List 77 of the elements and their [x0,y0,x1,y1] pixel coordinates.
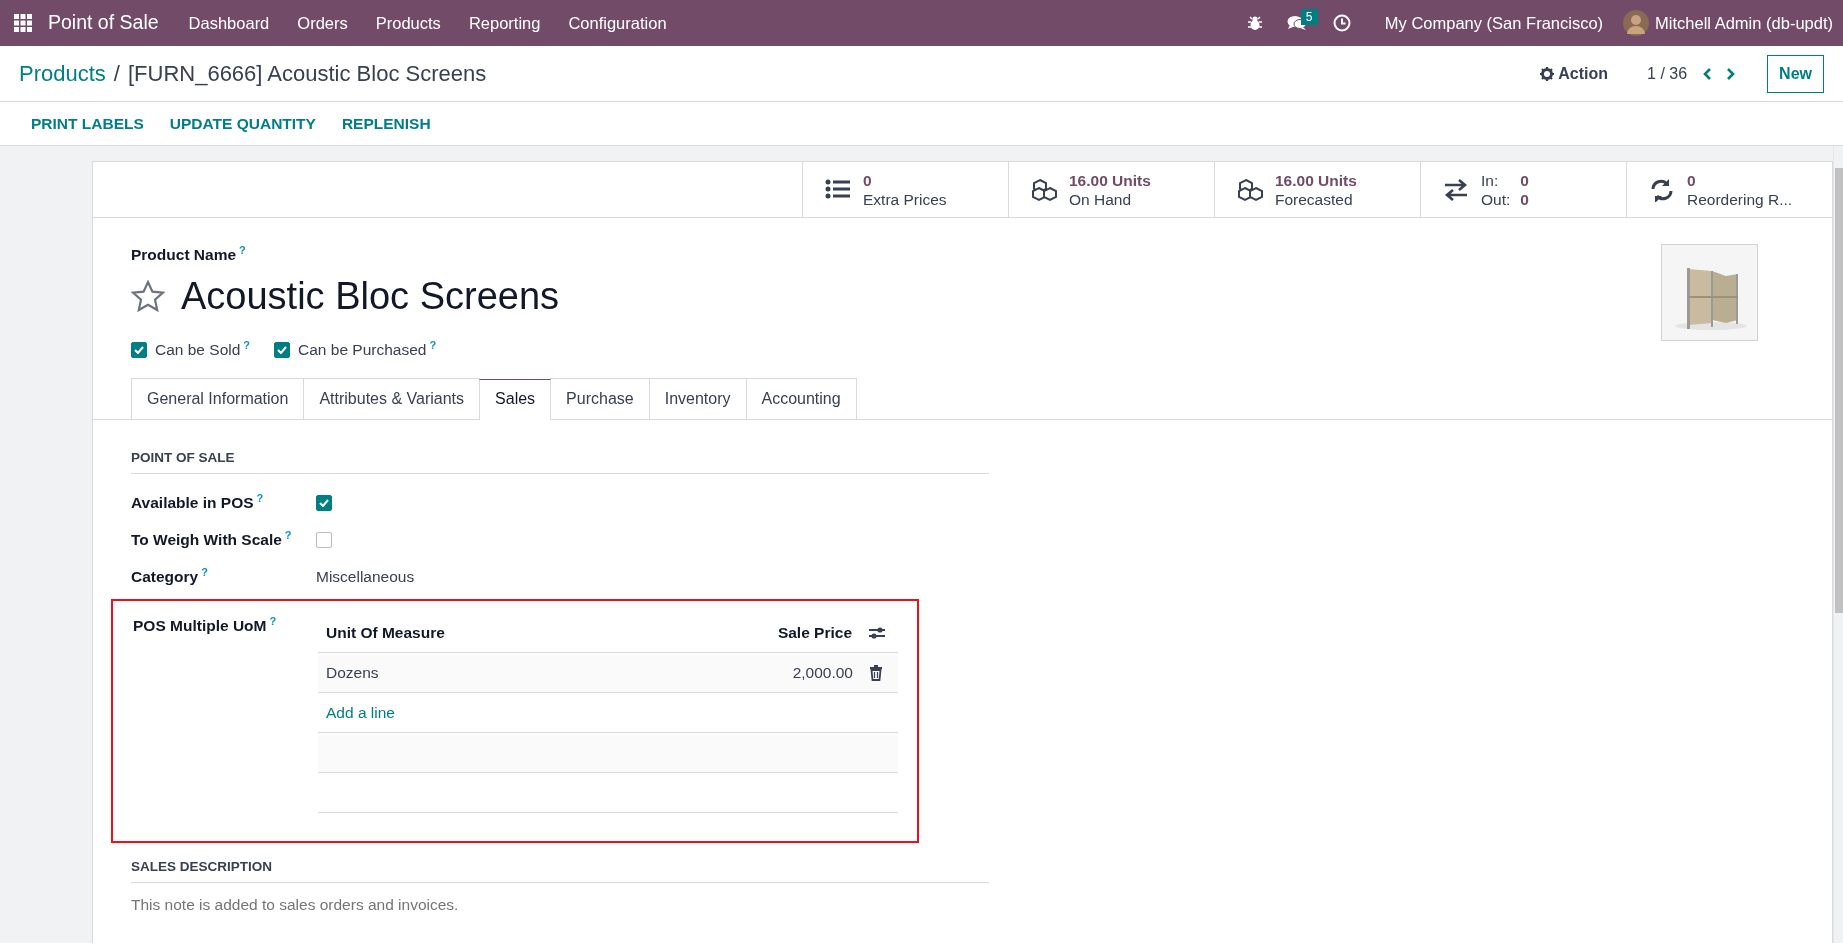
form-tab[interactable]: Accounting [745,377,857,419]
form-tab[interactable]: General Information [131,377,305,419]
form-tab[interactable]: Sales [479,378,552,420]
checkbox[interactable] [316,494,332,511]
stat-value: 0 [863,170,873,190]
gear-icon [1540,66,1555,81]
checkmark-icon [319,498,329,507]
menu-item[interactable]: Products [361,10,455,36]
section-title: POINT OF SALE [131,447,989,475]
stat-value: 0 [1520,189,1529,209]
stat-label: On Hand [1069,189,1133,209]
checkbox-label: Can be Sold [155,341,241,359]
user-menu[interactable]: Mitchell Admin (db-updt) [1649,10,1843,36]
previous-button[interactable] [1701,66,1714,81]
company-switcher[interactable]: My Company (San Francisco) [1370,10,1618,36]
toolbar-button[interactable]: UPDATE QUANTITY [156,111,329,136]
help-tooltip-mark[interactable]: ? [429,339,437,352]
checkbox[interactable] [131,341,147,358]
stat-value: 0 [1687,170,1697,190]
stat-label: Reordering R... [1687,189,1793,209]
help-tooltip-mark[interactable]: ? [269,615,277,628]
scrollbar[interactable] [1833,146,1843,943]
checkmark-icon [277,345,288,354]
stat-value: 16.00 Units [1275,170,1357,190]
apps-menu-icon[interactable] [14,14,32,32]
field-label: Category [131,568,199,586]
add-line-link[interactable]: Add a line [326,700,395,725]
help-tooltip-mark[interactable]: ? [256,492,264,505]
menu-item[interactable]: Reporting [454,10,555,36]
checkbox[interactable] [274,341,291,358]
refresh-icon [1649,177,1675,202]
stat-label: Out: [1481,189,1511,209]
product-name: Acoustic Bloc Screens [181,274,560,320]
menu-item[interactable]: Orders [283,10,362,36]
delete-icon[interactable] [869,664,883,681]
help-tooltip-mark[interactable]: ? [201,566,208,579]
checkmark-icon [134,345,144,354]
column-header[interactable]: Unit Of Measure [326,620,778,645]
checkbox-label: Can be Purchased [298,341,427,359]
stat-label: Forecasted [1275,189,1354,209]
section-title: SALES DESCRIPTION [131,857,989,884]
field-label: POS Multiple UoM [133,617,267,635]
menu-item[interactable]: Configuration [554,10,681,36]
stat-value: 16.00 Units [1069,170,1151,190]
user-avatar[interactable] [1623,10,1650,36]
checkbox[interactable] [316,531,332,548]
stat-value: 0 [1520,170,1529,190]
stat-label: Extra Prices [863,189,947,209]
transfer-arrows-icon [1443,177,1469,202]
new-button[interactable]: New [1767,54,1824,93]
bug-icon[interactable] [1246,15,1263,31]
breadcrumb-link[interactable]: Products [19,57,106,90]
breadcrumb-separator: / [113,60,120,88]
message-count-badge: 5 [1300,9,1318,25]
favorite-star-icon[interactable] [131,280,165,314]
menu-item[interactable]: Dashboard [174,10,284,36]
column-options-icon[interactable] [868,625,886,640]
help-tooltip-mark[interactable]: ? [284,529,292,542]
record-title: [FURN_6666] Acoustic Bloc Screens [127,60,487,88]
action-button[interactable]: Action [1539,60,1610,87]
field-label: Available in POS [131,494,254,512]
app-name[interactable]: Point of Sale [48,8,159,38]
toolbar-button[interactable]: PRINT LABELS [18,111,157,136]
table-cell[interactable]: 2,000.00 [792,660,853,685]
cubes-icon [1031,177,1057,202]
field-label: To Weigh With Scale [131,531,282,549]
clock-icon[interactable] [1332,14,1351,32]
stat-label: In: [1481,170,1500,190]
column-header[interactable]: Sale Price [777,620,852,645]
pager-value[interactable]: 1 / 36 [1647,61,1688,86]
field-label: Product Name [131,246,237,264]
field-value[interactable]: Miscellaneous [316,564,415,589]
cubes-icon [1237,177,1263,202]
help-tooltip-mark[interactable]: ? [243,339,251,352]
toolbar-button[interactable]: REPLENISH [328,111,444,136]
table-cell[interactable]: Dozens [326,660,793,685]
help-tooltip-mark[interactable]: ? [239,244,246,256]
